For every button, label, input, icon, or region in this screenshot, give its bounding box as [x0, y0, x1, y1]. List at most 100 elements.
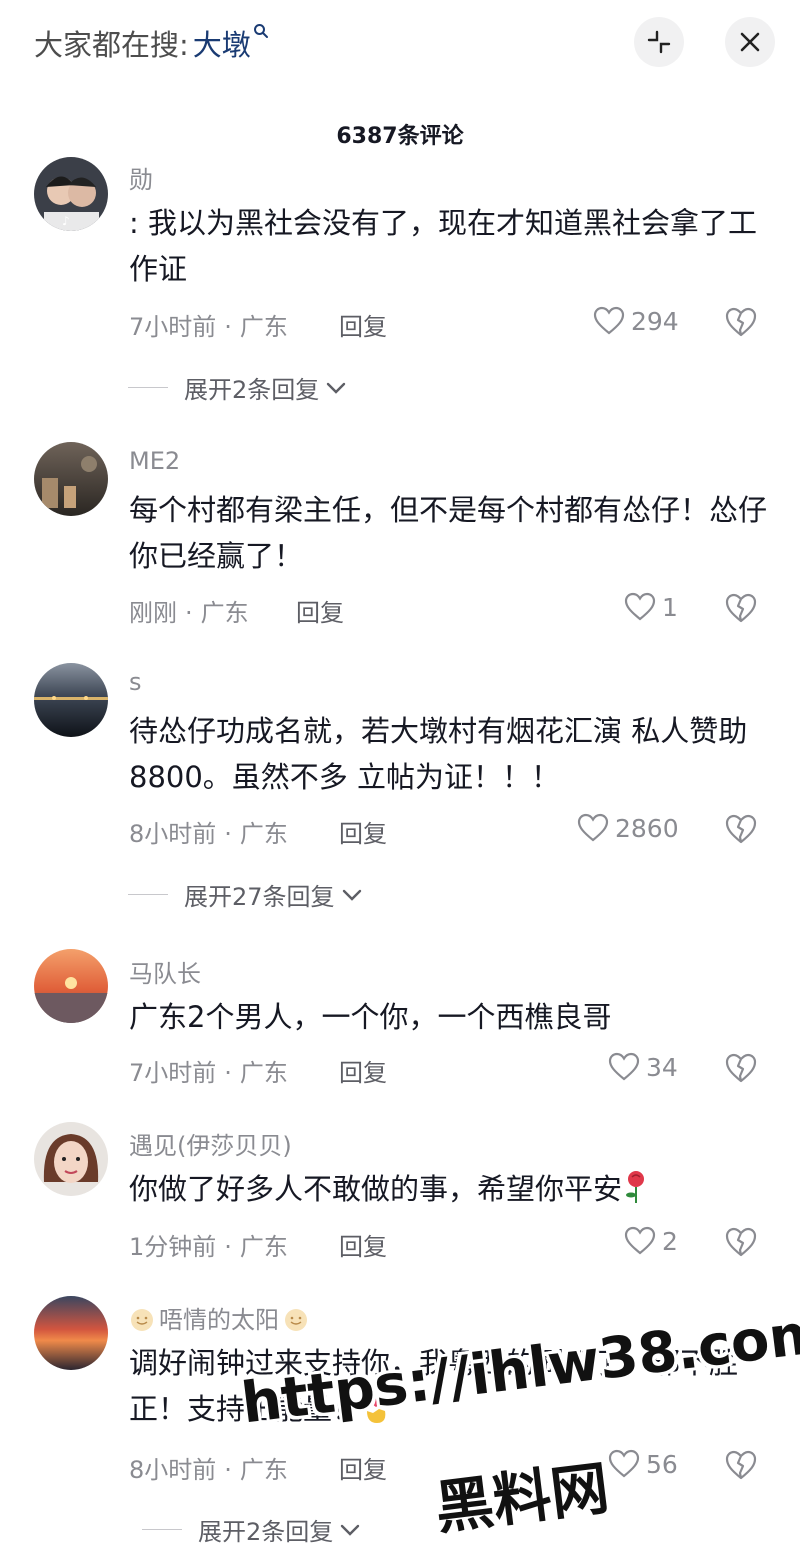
reply-button[interactable]: 回复 [339, 1053, 387, 1088]
heart-icon [608, 1449, 640, 1478]
dislike-button[interactable] [724, 1226, 758, 1262]
comment-location: 广东 [239, 313, 288, 341]
rose-icon [622, 1166, 650, 1212]
close-button[interactable] [725, 17, 775, 67]
reply-button[interactable]: 回复 [339, 307, 387, 342]
like-button[interactable]: 56 [608, 1449, 678, 1479]
search-icon [253, 23, 269, 43]
like-button[interactable]: 2860 [577, 813, 679, 843]
comment-meta: 1分钟前 · 广东 [129, 1233, 288, 1261]
broken-heart-icon [725, 1053, 757, 1083]
like-count: 2860 [615, 813, 679, 843]
comment-text: 广东2个男人，一个你，一个西樵良哥 [129, 1000, 612, 1034]
comment-username[interactable]: 马队长 [129, 954, 201, 989]
like-button[interactable]: 294 [593, 306, 679, 336]
comment-meta: 7小时前 · 广东 [129, 313, 288, 341]
broken-heart-icon [725, 593, 757, 623]
chevron-down-icon [342, 889, 361, 901]
divider-line [128, 894, 168, 895]
comment-text-content: 你做了好多人不敢做的事，希望你平安 [129, 1172, 623, 1206]
expand-replies-button[interactable]: 展开2条回复 [142, 1512, 361, 1547]
avatar[interactable]: ♪ [34, 157, 108, 231]
comment-location: 广东 [239, 1233, 288, 1261]
comment-meta: 8小时前 · 广东 [129, 820, 288, 848]
comment-time: 8小时前 [129, 820, 217, 848]
avatar[interactable] [34, 949, 108, 1023]
expand-replies-label: 展开2条回复 [198, 1518, 334, 1546]
dislike-button[interactable] [724, 1052, 758, 1088]
comment-time: 8小时前 [129, 1456, 217, 1484]
like-button[interactable]: 34 [608, 1052, 678, 1082]
like-count: 56 [646, 1449, 678, 1479]
comment-meta: 刚刚 · 广东 [129, 599, 249, 627]
comment-location: 广东 [239, 1456, 288, 1484]
reply-button[interactable]: 回复 [339, 1450, 387, 1485]
svg-text:♪: ♪ [62, 214, 70, 228]
chevron-down-icon [327, 382, 346, 394]
avatar[interactable] [34, 1296, 108, 1370]
reply-button[interactable]: 回复 [339, 1227, 387, 1262]
broken-heart-icon [725, 1227, 757, 1257]
comment-time: 7小时前 [129, 313, 217, 341]
heart-icon [593, 306, 625, 335]
comment-time: 刚刚 [129, 599, 177, 627]
expand-replies-button[interactable]: 展开27条回复 [128, 877, 363, 912]
comment-username[interactable]: s [129, 668, 142, 696]
comment-time: 1分钟前 [129, 1233, 217, 1261]
like-count: 34 [646, 1052, 678, 1082]
dislike-button[interactable] [724, 813, 758, 849]
smiley-icon [283, 1306, 309, 1334]
collapse-icon [647, 30, 671, 54]
comment-username[interactable]: 唔情的太阳 [129, 1300, 309, 1335]
comment-location: 广东 [200, 599, 249, 627]
heart-icon [624, 1226, 656, 1255]
trending-search-term[interactable]: 大墩 [193, 22, 251, 64]
broken-heart-icon [725, 814, 757, 844]
like-count: 2 [662, 1226, 678, 1256]
trending-search[interactable]: 大家都在搜: 大墩 [34, 22, 269, 64]
avatar[interactable] [34, 663, 108, 737]
comment-username[interactable]: 勋 [129, 160, 153, 195]
username-text: 唔情的太阳 [159, 1306, 279, 1334]
comment-meta: 8小时前 · 广东 [129, 1456, 288, 1484]
watermark-site-name: 黑料网 [431, 1453, 613, 1543]
top-bar: 大家都在搜: 大墩 [0, 0, 800, 90]
avatar[interactable] [34, 1122, 108, 1196]
comment-count-title: 6387条评论 [336, 124, 464, 149]
like-button[interactable]: 2 [624, 1226, 678, 1256]
heart-icon [608, 1052, 640, 1081]
collapse-button[interactable] [634, 17, 684, 67]
smiley-icon [129, 1306, 155, 1334]
comment-text: : 我以为黑社会没有了，现在才知道黑社会拿了工作证 [129, 206, 757, 286]
reply-button[interactable]: 回复 [296, 593, 344, 628]
broken-heart-icon [725, 307, 757, 337]
dislike-button[interactable] [724, 306, 758, 342]
comment-location: 广东 [239, 820, 288, 848]
comment-location: 广东 [239, 1059, 288, 1087]
divider-line [142, 1529, 182, 1530]
expand-replies-label: 展开27条回复 [184, 883, 335, 911]
like-count: 294 [631, 306, 679, 336]
comment-meta: 7小时前 · 广东 [129, 1059, 288, 1087]
like-button[interactable]: 1 [624, 592, 678, 622]
comment-username[interactable]: ME2 [129, 447, 180, 475]
heart-icon [577, 813, 609, 842]
expand-replies-label: 展开2条回复 [184, 376, 320, 404]
dislike-button[interactable] [724, 592, 758, 628]
comment-username[interactable]: 遇见(伊莎贝贝) [129, 1126, 292, 1161]
close-icon [740, 32, 760, 52]
dislike-button[interactable] [724, 1449, 758, 1485]
expand-replies-button[interactable]: 展开2条回复 [128, 370, 347, 405]
heart-icon [624, 592, 656, 621]
trending-search-prefix: 大家都在搜: [34, 28, 189, 62]
comment-time: 7小时前 [129, 1059, 217, 1087]
comment-text: 每个村都有梁主任，但不是每个村都有怂仔！怂仔你已经赢了！ [129, 493, 768, 573]
avatar[interactable] [34, 442, 108, 516]
comment-text: 你做了好多人不敢做的事，希望你平安 [129, 1166, 769, 1212]
chevron-down-icon [341, 1524, 360, 1536]
broken-heart-icon [725, 1450, 757, 1480]
reply-button[interactable]: 回复 [339, 814, 387, 849]
like-count: 1 [662, 592, 678, 622]
comment-text: 待怂仔功成名就，若大墩村有烟花汇演 私人赞助8800。虽然不多 立帖为证！！！ [129, 714, 748, 794]
divider-line [128, 387, 168, 388]
